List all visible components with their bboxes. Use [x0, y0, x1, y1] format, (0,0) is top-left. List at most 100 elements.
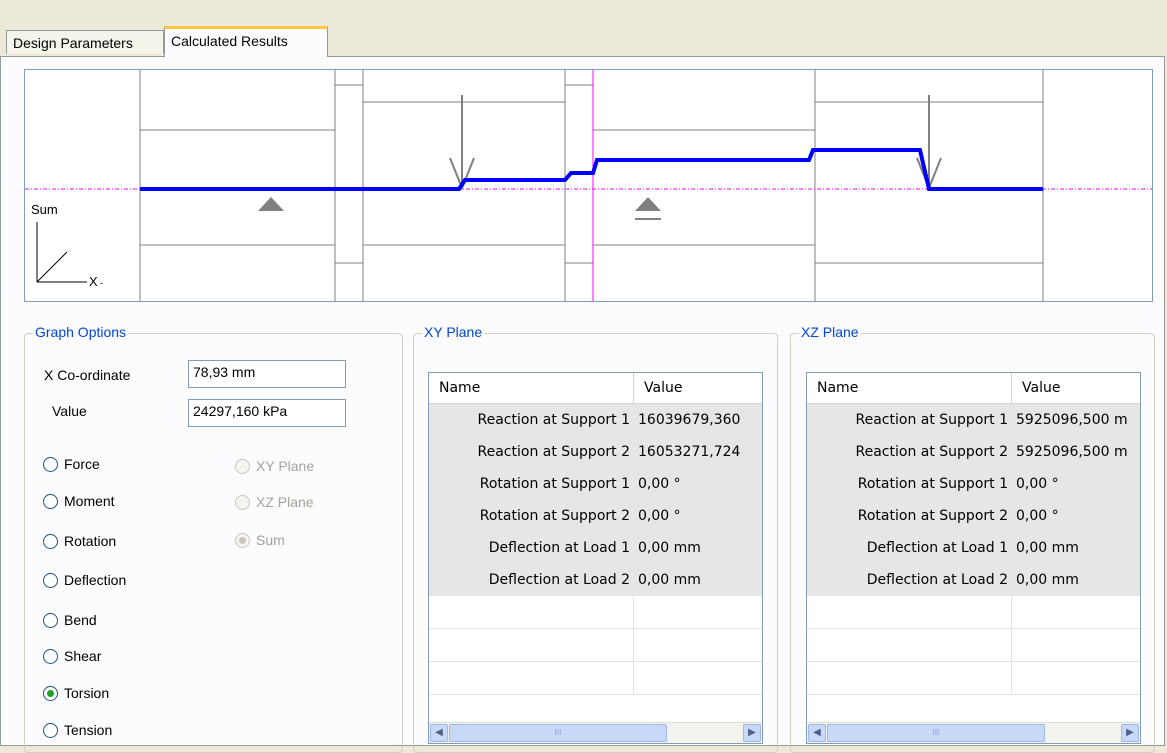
radio-force[interactable]: Force: [43, 453, 100, 475]
scroll-thumb[interactable]: III: [827, 724, 1045, 742]
scroll-grip: III: [932, 728, 940, 737]
cell-value: 16039679,360: [638, 412, 741, 428]
cell-value: 0,00 °: [1016, 476, 1059, 492]
cell-name: Deflection at Load 1: [488, 540, 630, 556]
table-row[interactable]: Deflection at Load 2 0,00 mm: [429, 564, 762, 596]
table-row[interactable]: Reaction at Support 1 5925096,500 m: [807, 404, 1140, 436]
radio-circle-checked-icon: [235, 532, 250, 548]
xy-plane-title: XY Plane: [422, 324, 485, 340]
radio-shear[interactable]: Shear: [43, 645, 101, 667]
radio-xz-plane[interactable]: XZ Plane: [235, 491, 314, 513]
axes-icon: [36, 222, 87, 283]
cell-name: Rotation at Support 1: [479, 476, 630, 492]
table-row[interactable]: Rotation at Support 2 0,00 °: [429, 500, 762, 532]
xz-plane-title: XZ Plane: [799, 324, 861, 340]
cell-value: 0,00 mm: [1016, 572, 1079, 588]
empty-row: [807, 629, 1140, 662]
cell-name: Reaction at Support 1: [477, 412, 630, 428]
cell-value: 0,00 mm: [1016, 540, 1079, 556]
radio-label: Torsion: [64, 685, 110, 701]
shaft-outline: [139, 70, 1044, 301]
radio-circle-icon: [235, 458, 250, 474]
radio-circle-checked-icon: [43, 685, 58, 701]
column-header-name[interactable]: Name: [429, 373, 634, 403]
radio-torsion[interactable]: Torsion: [43, 682, 109, 704]
x-coordinate-field[interactable]: 78,93 mm: [188, 360, 346, 388]
column-header-value[interactable]: Value: [1012, 373, 1060, 403]
empty-row: [429, 662, 762, 695]
cell-name: Rotation at Support 2: [479, 508, 630, 524]
cell-name: Deflection at Load 2: [488, 572, 630, 588]
radio-bend[interactable]: Bend: [43, 609, 97, 631]
radio-label: Tension: [64, 722, 113, 738]
table-row[interactable]: Deflection at Load 2 0,00 mm: [807, 564, 1140, 596]
horizontal-scrollbar[interactable]: ◀ III ▶: [807, 722, 1140, 743]
load-arrow-1: [449, 95, 475, 191]
empty-row: [807, 596, 1140, 629]
radio-label: Rotation: [64, 533, 117, 549]
cell-value: 16053271,724: [638, 444, 741, 460]
radio-label: Shear: [64, 648, 102, 664]
cell-value: 0,00 mm: [638, 540, 701, 556]
scroll-grip: III: [554, 728, 562, 737]
x-coordinate-label: X Co-ordinate: [44, 367, 131, 383]
graph-options-title: Graph Options: [33, 324, 129, 340]
table-row[interactable]: Rotation at Support 1 0,00 °: [429, 468, 762, 500]
support-2-icon: [635, 197, 661, 220]
radio-circle-icon: [43, 533, 58, 549]
cell-name: Rotation at Support 1: [857, 476, 1008, 492]
radio-tension[interactable]: Tension: [43, 719, 112, 741]
radio-rotation[interactable]: Rotation: [43, 530, 116, 552]
table-header: Name Value: [429, 373, 762, 404]
graph-axis-label: Sum: [31, 202, 58, 217]
radio-moment[interactable]: Moment: [43, 490, 115, 512]
radio-deflection[interactable]: Deflection: [43, 569, 126, 591]
radio-circle-icon: [235, 494, 250, 510]
table-row[interactable]: Deflection at Load 1 0,00 mm: [429, 532, 762, 564]
radio-circle-icon: [43, 612, 58, 628]
cell-name: Reaction at Support 2: [477, 444, 630, 460]
column-header-name[interactable]: Name: [807, 373, 1012, 403]
cell-name: Reaction at Support 2: [855, 444, 1008, 460]
load-arrow-2: [916, 95, 942, 191]
radio-label: Force: [64, 456, 100, 472]
radio-circle-icon: [43, 572, 58, 588]
tab-calculated-results[interactable]: Calculated Results: [164, 26, 328, 57]
empty-row: [807, 662, 1140, 695]
radio-sum[interactable]: Sum: [235, 529, 285, 551]
scroll-right-icon[interactable]: ▶: [1121, 724, 1139, 742]
cell-value: 0,00 °: [638, 476, 681, 492]
cell-value: 5925096,500 m: [1016, 444, 1128, 460]
scroll-left-icon[interactable]: ◀: [808, 724, 826, 742]
empty-row: [429, 596, 762, 629]
radio-circle-icon: [43, 493, 58, 509]
table-row[interactable]: Reaction at Support 1 16039679,360: [429, 404, 762, 436]
table-row[interactable]: Rotation at Support 1 0,00 °: [807, 468, 1140, 500]
scroll-thumb[interactable]: III: [449, 724, 667, 742]
table-row[interactable]: Rotation at Support 2 0,00 °: [807, 500, 1140, 532]
scroll-right-icon[interactable]: ▶: [743, 724, 761, 742]
graph-x-label: X -: [89, 274, 104, 289]
radio-xy-plane[interactable]: XY Plane: [235, 455, 314, 477]
empty-row: [429, 629, 762, 662]
xz-plane-table[interactable]: Name Value Reaction at Support 1 5925096,…: [806, 372, 1141, 744]
horizontal-scrollbar[interactable]: ◀ III ▶: [429, 722, 762, 743]
radio-label: Deflection: [64, 572, 127, 588]
radio-circle-icon: [43, 722, 58, 738]
cell-value: 0,00 °: [1016, 508, 1059, 524]
column-header-value[interactable]: Value: [634, 373, 682, 403]
table-row[interactable]: Deflection at Load 1 0,00 mm: [807, 532, 1140, 564]
tab-design-parameters[interactable]: Design Parameters: [6, 30, 164, 54]
table-row[interactable]: Reaction at Support 2 16053271,724: [429, 436, 762, 468]
xy-plane-table[interactable]: Name Value Reaction at Support 1 16039679…: [428, 372, 763, 744]
radio-label: Sum: [256, 532, 285, 548]
results-graph[interactable]: Sum X -: [24, 69, 1153, 302]
result-curve: [140, 148, 1043, 191]
value-field[interactable]: 24297,160 kPa: [188, 399, 346, 427]
scroll-left-icon[interactable]: ◀: [430, 724, 448, 742]
radio-circle-icon: [43, 456, 58, 472]
cell-value: 0,00 °: [638, 508, 681, 524]
table-header: Name Value: [807, 373, 1140, 404]
radio-label: XY Plane: [256, 458, 315, 474]
table-row[interactable]: Reaction at Support 2 5925096,500 m: [807, 436, 1140, 468]
